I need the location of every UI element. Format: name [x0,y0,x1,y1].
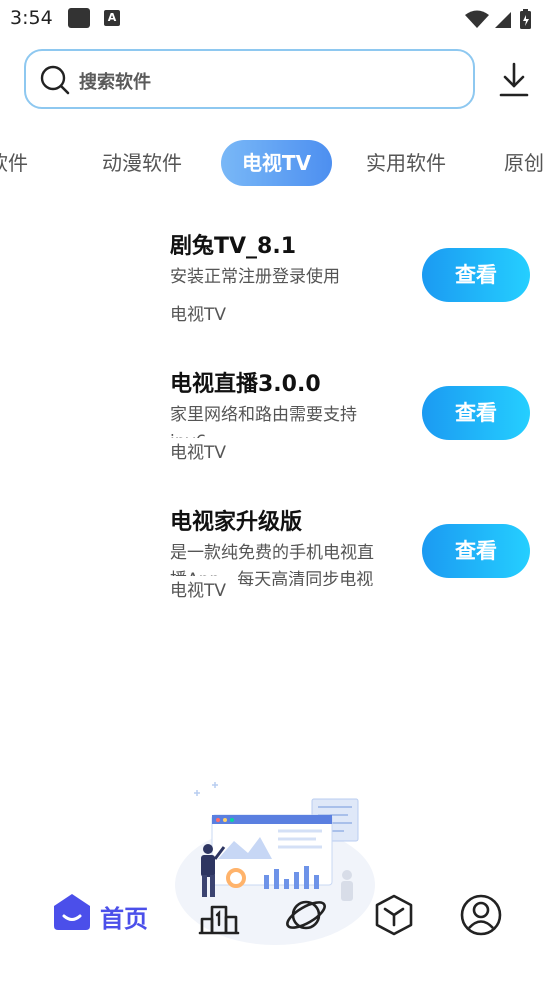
cube-icon[interactable] [372,893,416,937]
bottom-navigation: 首页 [0,885,553,945]
status-icons [465,9,531,29]
status-bar: 3:54 A [0,0,553,38]
nav-home-label: 首页 [100,905,148,933]
app-name: 电视家升级版 [170,510,303,535]
tab-utility-software[interactable]: 实用软件 [366,140,446,186]
view-button[interactable]: 查看 [422,524,530,578]
app-category: 电视TV [170,576,233,601]
tab-original[interactable]: 原创 [504,140,544,186]
home-icon [54,894,90,930]
signal-icon [495,12,511,28]
download-icon[interactable] [498,62,530,98]
wifi-icon [465,10,489,28]
status-time: 3:54 [10,7,53,29]
list-item[interactable]: 电视家升级版 是一款纯免费的手机电视直播App，每天高清同步电视台节目 电视TV… [0,504,553,634]
app-name: 电视直播3.0.0 [170,372,321,397]
tab-tv[interactable]: 电视TV [221,140,332,186]
tab-software[interactable]: 软件 [0,140,28,186]
notification-icon [68,8,90,28]
list-item[interactable]: 电视直播3.0.0 家里网络和路由需要支持ipv6 电视TV 查看 [0,366,553,496]
app-category: 电视TV [170,300,233,325]
ranking-icon[interactable] [197,893,241,937]
planet-icon[interactable] [284,893,328,937]
app-category: 电视TV [170,438,233,463]
view-button[interactable]: 查看 [422,386,530,440]
category-tabs: 软件 动漫软件 电视TV 实用软件 原创 [0,140,553,188]
battery-icon [520,9,531,29]
profile-icon[interactable] [459,893,503,937]
app-name: 剧兔TV_8.1 [170,234,297,259]
search-bar[interactable]: 搜索软件 [24,49,475,109]
search-icon [40,65,70,95]
view-button[interactable]: 查看 [422,248,530,302]
search-input[interactable]: 搜索软件 [79,68,151,94]
app-notification-icon: A [104,10,120,26]
list-item[interactable]: 剧兔TV_8.1 安装正常注册登录使用 电视TV 查看 [0,228,553,358]
tab-anime-software[interactable]: 动漫软件 [102,140,182,186]
